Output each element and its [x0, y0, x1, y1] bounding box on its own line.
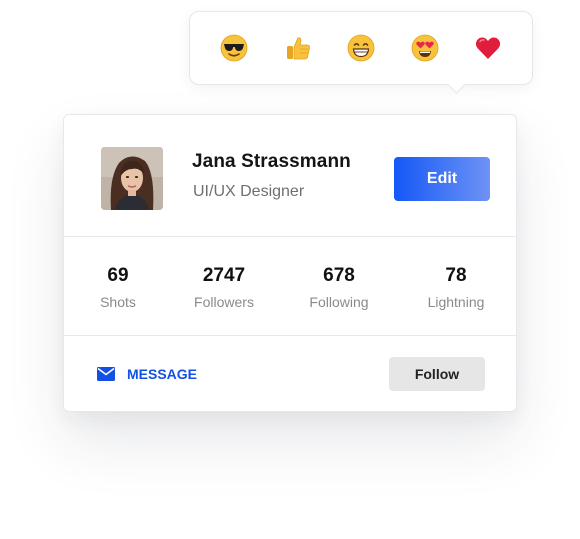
follow-button[interactable]: Follow	[389, 357, 485, 391]
stat-value: 78	[445, 265, 467, 286]
stat-label: Lightning	[427, 294, 485, 310]
stat-label: Followers	[194, 294, 254, 310]
stat-followers[interactable]: 2747 Followers	[169, 265, 279, 310]
profile-footer: MESSAGE Follow	[64, 336, 516, 412]
stat-value: 678	[323, 265, 355, 286]
message-label: MESSAGE	[127, 366, 198, 382]
stat-value: 2747	[202, 265, 246, 286]
avatar[interactable]	[101, 147, 163, 210]
heart-eyes-emoji-icon[interactable]	[410, 33, 440, 63]
envelope-icon	[97, 367, 115, 381]
profile-stats: 69 Shots 2747 Followers 678 Following 78…	[64, 237, 516, 336]
edit-button[interactable]: Edit	[394, 157, 490, 201]
stat-label: Shots	[100, 294, 136, 310]
stat-shots[interactable]: 69 Shots	[63, 265, 173, 310]
red-heart-emoji-icon[interactable]	[473, 33, 503, 63]
reaction-popover	[189, 11, 533, 85]
stat-value: 69	[107, 265, 129, 286]
sunglasses-emoji-icon[interactable]	[219, 33, 249, 63]
profile-role: UI/UX Designer	[193, 183, 305, 200]
profile-header: Jana Strassmann UI/UX Designer Edit	[64, 115, 516, 237]
grinning-emoji-icon[interactable]	[346, 33, 376, 63]
stat-label: Following	[309, 294, 369, 310]
message-link[interactable]: MESSAGE	[97, 366, 197, 382]
thumbs-up-emoji-icon[interactable]	[283, 33, 313, 63]
profile-name: Jana Strassmann	[192, 151, 351, 172]
stat-following[interactable]: 678 Following	[284, 265, 394, 310]
stat-lightning[interactable]: 78 Lightning	[401, 265, 511, 310]
profile-card: Jana Strassmann UI/UX Designer Edit 69 S…	[63, 114, 517, 412]
